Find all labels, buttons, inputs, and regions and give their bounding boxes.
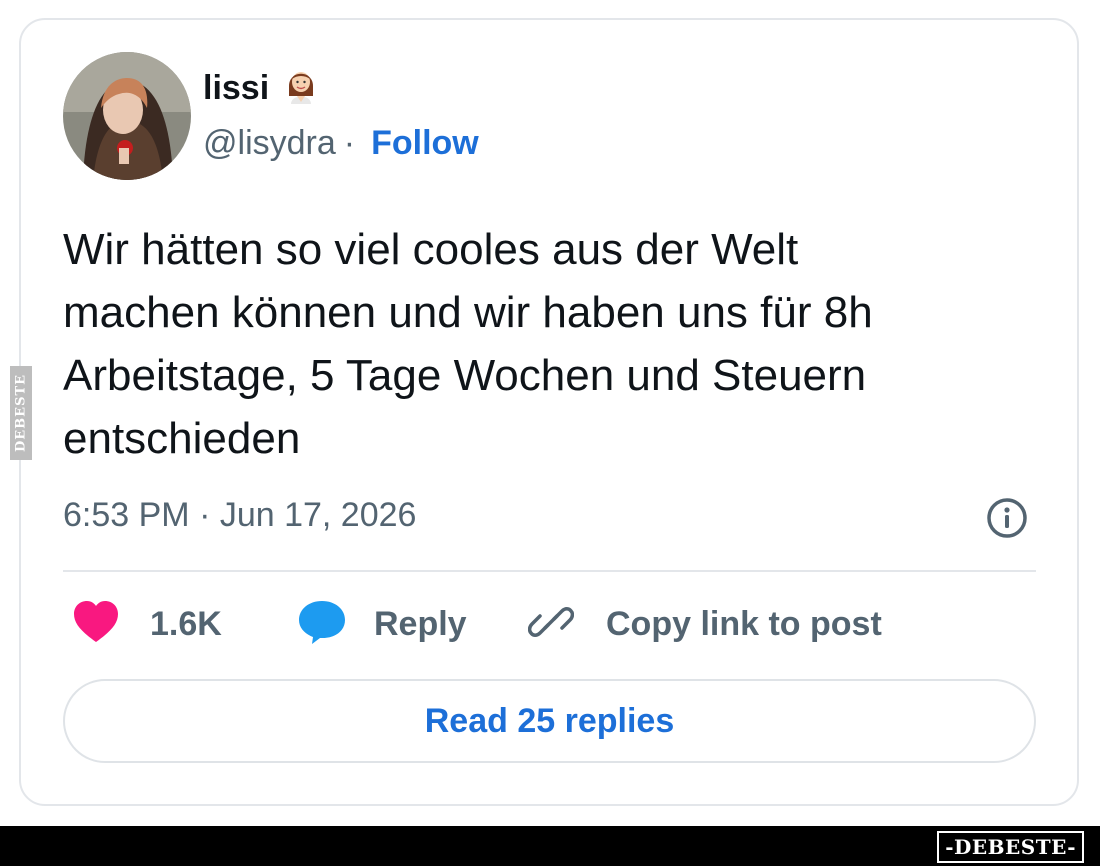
tweet-text: Wir hätten so viel cooles aus der Welt m… [63,218,1053,470]
heart-icon [72,600,120,649]
follow-button[interactable]: Follow [371,124,479,163]
copy-link-button[interactable]: Copy link to post [527,598,882,650]
side-watermark: DEBESTE [10,366,32,460]
tweet-text-line: Wir hätten so viel cooles aus der Welt [63,225,799,274]
avatar[interactable] [63,52,191,180]
read-replies-label: Read 25 replies [424,701,675,740]
reply-label: Reply [374,604,467,643]
tweet-text-line: Arbeitstage, 5 Tage Wochen und Steuern [63,351,867,400]
info-icon[interactable] [985,496,1029,540]
handle-separator: · [343,124,356,162]
read-replies-button[interactable]: Read 25 replies [63,679,1036,763]
woman-emoji-icon [283,64,319,113]
like-count: 1.6K [150,604,222,643]
action-bar: 1.6K Reply Copy link to post [0,598,1100,650]
tweet-text-line: entschieden [63,414,301,463]
user-handle[interactable]: @lisydra [203,124,336,163]
handle-row: @lisydra · Follow [203,124,479,163]
reply-bubble-icon [298,599,346,650]
author-name-row: lissi [203,64,319,113]
footer-watermark-logo: -DEBESTE- [937,831,1084,863]
divider [63,570,1036,572]
tweet-timestamp[interactable]: 6:53 PM · Jun 17, 2026 [63,496,416,535]
like-button[interactable]: 1.6K [72,598,222,650]
footer-bar: -DEBESTE- [0,826,1100,866]
display-name[interactable]: lissi [203,69,269,108]
tweet-text-line: machen können und wir haben uns für 8h [63,288,873,337]
link-icon [527,599,575,650]
copy-link-label: Copy link to post [606,604,882,643]
reply-button[interactable]: Reply [298,598,467,650]
